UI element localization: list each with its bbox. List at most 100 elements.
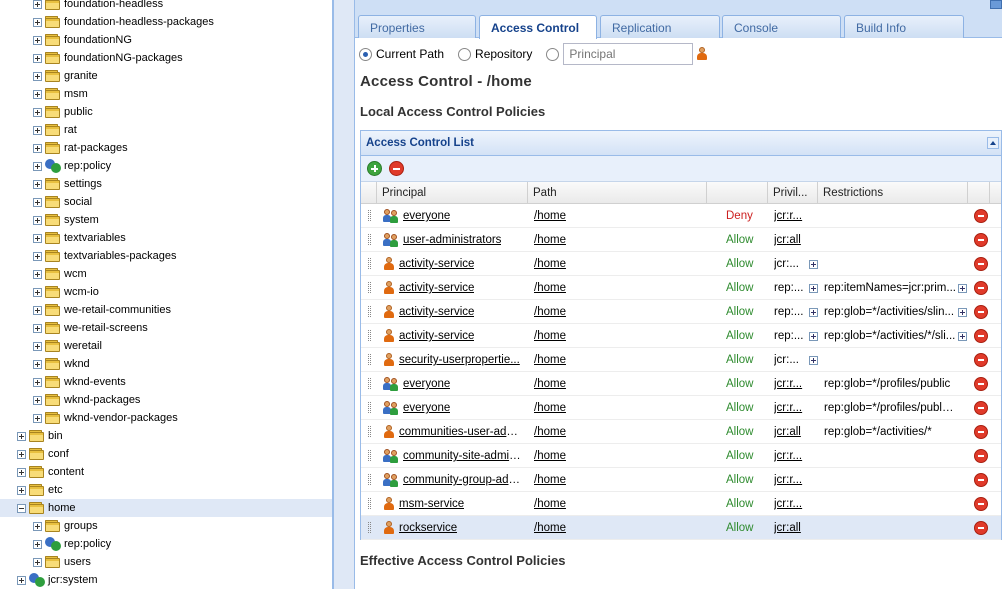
repository-option[interactable]: Repository <box>458 47 532 61</box>
delete-entry-icon[interactable] <box>974 353 988 367</box>
expand-node-icon[interactable] <box>33 71 42 81</box>
expand-node-icon[interactable] <box>33 143 42 153</box>
path-cell[interactable]: /home <box>534 522 566 534</box>
principal-cell[interactable]: community-site-admini... <box>383 449 523 463</box>
drag-handle-icon[interactable] <box>368 450 371 461</box>
privileges-cell[interactable]: jcr:r... <box>774 210 807 222</box>
collapse-node-icon[interactable] <box>17 503 26 513</box>
expand-node-icon[interactable] <box>17 431 26 441</box>
expand-node-icon[interactable] <box>33 377 42 387</box>
privileges-cell[interactable]: jcr:r... <box>774 474 807 486</box>
delete-entry-icon[interactable] <box>974 233 988 247</box>
expand-restrictions-icon[interactable] <box>958 284 967 293</box>
delete-entry-icon[interactable] <box>974 209 988 223</box>
tree-item[interactable]: conf <box>0 445 332 463</box>
expand-node-icon[interactable] <box>33 35 42 45</box>
principal-name[interactable]: everyone <box>403 210 450 222</box>
privileges-cell[interactable]: jcr:r... <box>774 450 807 462</box>
principal-cell[interactable]: activity-service <box>383 329 523 343</box>
expand-node-icon[interactable] <box>33 233 42 243</box>
permission-column-header[interactable] <box>707 182 768 204</box>
expand-node-icon[interactable] <box>33 107 42 117</box>
acl-row[interactable]: msm-service/home Allow jcr:r... <box>361 492 1001 516</box>
expand-node-icon[interactable] <box>17 467 26 477</box>
expand-node-icon[interactable] <box>33 359 42 369</box>
expand-node-icon[interactable] <box>33 395 42 405</box>
delete-entry-icon[interactable] <box>974 281 988 295</box>
principal-cell[interactable]: everyone <box>383 401 523 415</box>
tree-item[interactable]: wknd-packages <box>0 391 332 409</box>
expand-node-icon[interactable] <box>33 89 42 99</box>
expand-privileges-icon[interactable] <box>809 308 818 317</box>
principal-name[interactable]: activity-service <box>399 330 474 342</box>
expand-node-icon[interactable] <box>33 539 42 549</box>
tab-replication[interactable]: Replication <box>600 15 720 38</box>
expand-node-icon[interactable] <box>17 575 26 585</box>
expand-node-icon[interactable] <box>17 449 26 459</box>
tree-item[interactable]: system <box>0 211 332 229</box>
tab-build-info[interactable]: Build Info <box>844 15 964 38</box>
principal-cell[interactable]: msm-service <box>383 497 523 511</box>
tree-item[interactable]: wknd-vendor-packages <box>0 409 332 427</box>
principal-cell[interactable]: community-group-adm... <box>383 473 523 487</box>
principal-name[interactable]: activity-service <box>399 258 474 270</box>
path-cell[interactable]: /home <box>534 234 566 246</box>
expand-node-icon[interactable] <box>33 0 42 9</box>
delete-entry-icon[interactable] <box>974 425 988 439</box>
privileges-cell[interactable]: jcr:... <box>774 354 807 366</box>
tree-item[interactable]: wcm-io <box>0 283 332 301</box>
tree-item[interactable]: foundation-headless-packages <box>0 13 332 31</box>
delete-entry-icon[interactable] <box>974 449 988 463</box>
principal-cell[interactable]: rockservice <box>383 521 523 535</box>
principal-cell[interactable]: everyone <box>383 377 523 391</box>
tree-item[interactable]: social <box>0 193 332 211</box>
acl-row[interactable]: communities-user-admin/home Allow jcr:all r… <box>361 420 1001 444</box>
expand-privileges-icon[interactable] <box>809 284 818 293</box>
drag-handle-icon[interactable] <box>368 210 371 221</box>
privileges-cell[interactable]: jcr:all <box>774 426 807 438</box>
remove-entry-button[interactable] <box>389 161 404 176</box>
tree-item[interactable]: bin <box>0 427 332 445</box>
expand-node-icon[interactable] <box>33 269 42 279</box>
principal-cell[interactable]: everyone <box>383 209 523 223</box>
principal-column-header[interactable]: Principal <box>377 182 528 204</box>
drag-handle-icon[interactable] <box>368 474 371 485</box>
expand-node-icon[interactable] <box>33 323 42 333</box>
restrictions-column-header[interactable]: Restrictions <box>818 182 968 204</box>
principal-cell[interactable]: activity-service <box>383 257 523 271</box>
expand-node-icon[interactable] <box>33 53 42 63</box>
drag-handle-icon[interactable] <box>368 354 371 365</box>
tree-item[interactable]: home <box>0 499 332 517</box>
tree-item[interactable]: content <box>0 463 332 481</box>
tab-console[interactable]: Console <box>722 15 841 38</box>
tree-item[interactable]: wknd-events <box>0 373 332 391</box>
tab-access-control[interactable]: Access Control <box>479 15 597 39</box>
tree-item[interactable]: etc <box>0 481 332 499</box>
principal-cell[interactable]: communities-user-admin <box>383 425 523 439</box>
acl-row[interactable]: everyone/home Allow jcr:r... rep:glob=*/pro… <box>361 372 1001 396</box>
privileges-cell[interactable]: jcr:all <box>774 234 807 246</box>
principal-cell[interactable]: user-administrators <box>383 233 523 247</box>
privileges-cell[interactable]: rep:... <box>774 330 807 342</box>
expand-node-icon[interactable] <box>33 215 42 225</box>
tree-item[interactable]: wknd <box>0 355 332 373</box>
tree-item[interactable]: we-retail-communities <box>0 301 332 319</box>
tree-item[interactable]: foundation-headless <box>0 0 332 13</box>
privileges-cell[interactable]: rep:... <box>774 306 807 318</box>
principal-option[interactable] <box>546 47 563 61</box>
current-path-radio[interactable] <box>359 47 372 61</box>
path-cell[interactable]: /home <box>534 258 566 270</box>
tree-item[interactable]: msm <box>0 85 332 103</box>
acl-row[interactable]: activity-service/home Allow rep:... rep:ite… <box>361 276 1001 300</box>
expand-node-icon[interactable] <box>33 287 42 297</box>
expand-node-icon[interactable] <box>33 125 42 135</box>
principal-name[interactable]: activity-service <box>399 306 474 318</box>
tree-item[interactable]: users <box>0 553 332 571</box>
drag-handle-icon[interactable] <box>368 378 371 389</box>
delete-entry-icon[interactable] <box>974 305 988 319</box>
delete-entry-icon[interactable] <box>974 329 988 343</box>
privileges-cell[interactable]: jcr:r... <box>774 378 807 390</box>
privileges-column-header[interactable]: Privil... <box>768 182 818 204</box>
expand-node-icon[interactable] <box>33 17 42 27</box>
tab-properties[interactable]: Properties <box>358 15 476 38</box>
